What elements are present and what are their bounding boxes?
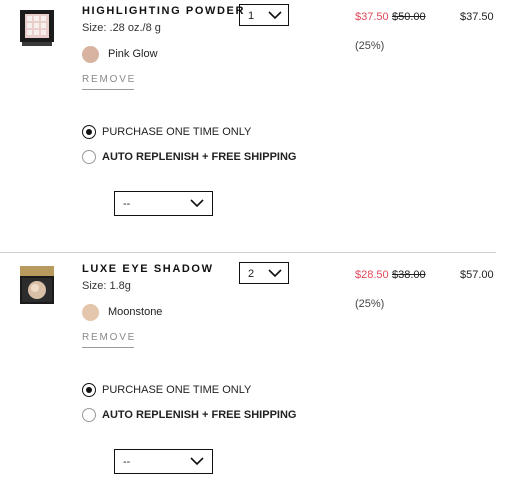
sale-price: $28.50 xyxy=(355,269,389,281)
quantity-select[interactable]: 2 xyxy=(239,262,289,284)
product-name[interactable]: HIGHLIGHTING POWDER xyxy=(82,5,245,17)
product-image[interactable] xyxy=(20,264,54,312)
frequency-value: -- xyxy=(123,198,131,210)
radio-unchecked-icon[interactable] xyxy=(82,150,96,164)
replenish-frequency-select[interactable]: -- xyxy=(114,191,213,216)
original-price: $38.00 xyxy=(392,269,426,281)
chevron-down-icon xyxy=(268,269,282,278)
option-label: AUTO REPLENISH + FREE SHIPPING xyxy=(102,151,297,163)
chevron-down-icon xyxy=(268,11,282,20)
sale-price: $37.50 xyxy=(355,11,389,23)
shade-swatch xyxy=(82,304,99,321)
radio-unchecked-icon[interactable] xyxy=(82,408,96,422)
chevron-down-icon xyxy=(190,199,204,208)
frequency-value: -- xyxy=(123,456,131,468)
option-label: AUTO REPLENISH + FREE SHIPPING xyxy=(102,409,297,421)
cart-item: LUXE EYE SHADOW Size: 1.8g Moonstone REM… xyxy=(0,258,508,498)
discount-percent: (25%) xyxy=(355,298,385,310)
product-size: Size: 1.8g xyxy=(82,280,131,292)
product-size: Size: .28 oz./8 g xyxy=(82,22,161,34)
line-total: $57.00 xyxy=(460,269,494,281)
discount-percent: (25%) xyxy=(355,40,385,52)
radio-checked-icon[interactable] xyxy=(82,125,96,139)
replenish-frequency-select[interactable]: -- xyxy=(114,449,213,474)
chevron-down-icon xyxy=(190,457,204,466)
radio-checked-icon[interactable] xyxy=(82,383,96,397)
remove-link[interactable]: REMOVE xyxy=(82,74,134,90)
option-label: PURCHASE ONE TIME ONLY xyxy=(102,384,252,396)
cart-item: HIGHLIGHTING POWDER Size: .28 oz./8 g Pi… xyxy=(0,0,508,240)
option-label: PURCHASE ONE TIME ONLY xyxy=(102,126,252,138)
remove-link[interactable]: REMOVE xyxy=(82,332,134,348)
quantity-value: 1 xyxy=(248,10,255,22)
original-price: $50.00 xyxy=(392,11,426,23)
product-image[interactable] xyxy=(20,6,54,54)
quantity-select[interactable]: 1 xyxy=(239,4,289,26)
product-name[interactable]: LUXE EYE SHADOW xyxy=(82,263,214,275)
shade-swatch xyxy=(82,46,99,63)
shade-name: Pink Glow xyxy=(108,48,158,60)
line-total: $37.50 xyxy=(460,11,494,23)
shade-name: Moonstone xyxy=(108,306,163,318)
quantity-value: 2 xyxy=(248,268,255,280)
item-divider xyxy=(0,252,496,253)
